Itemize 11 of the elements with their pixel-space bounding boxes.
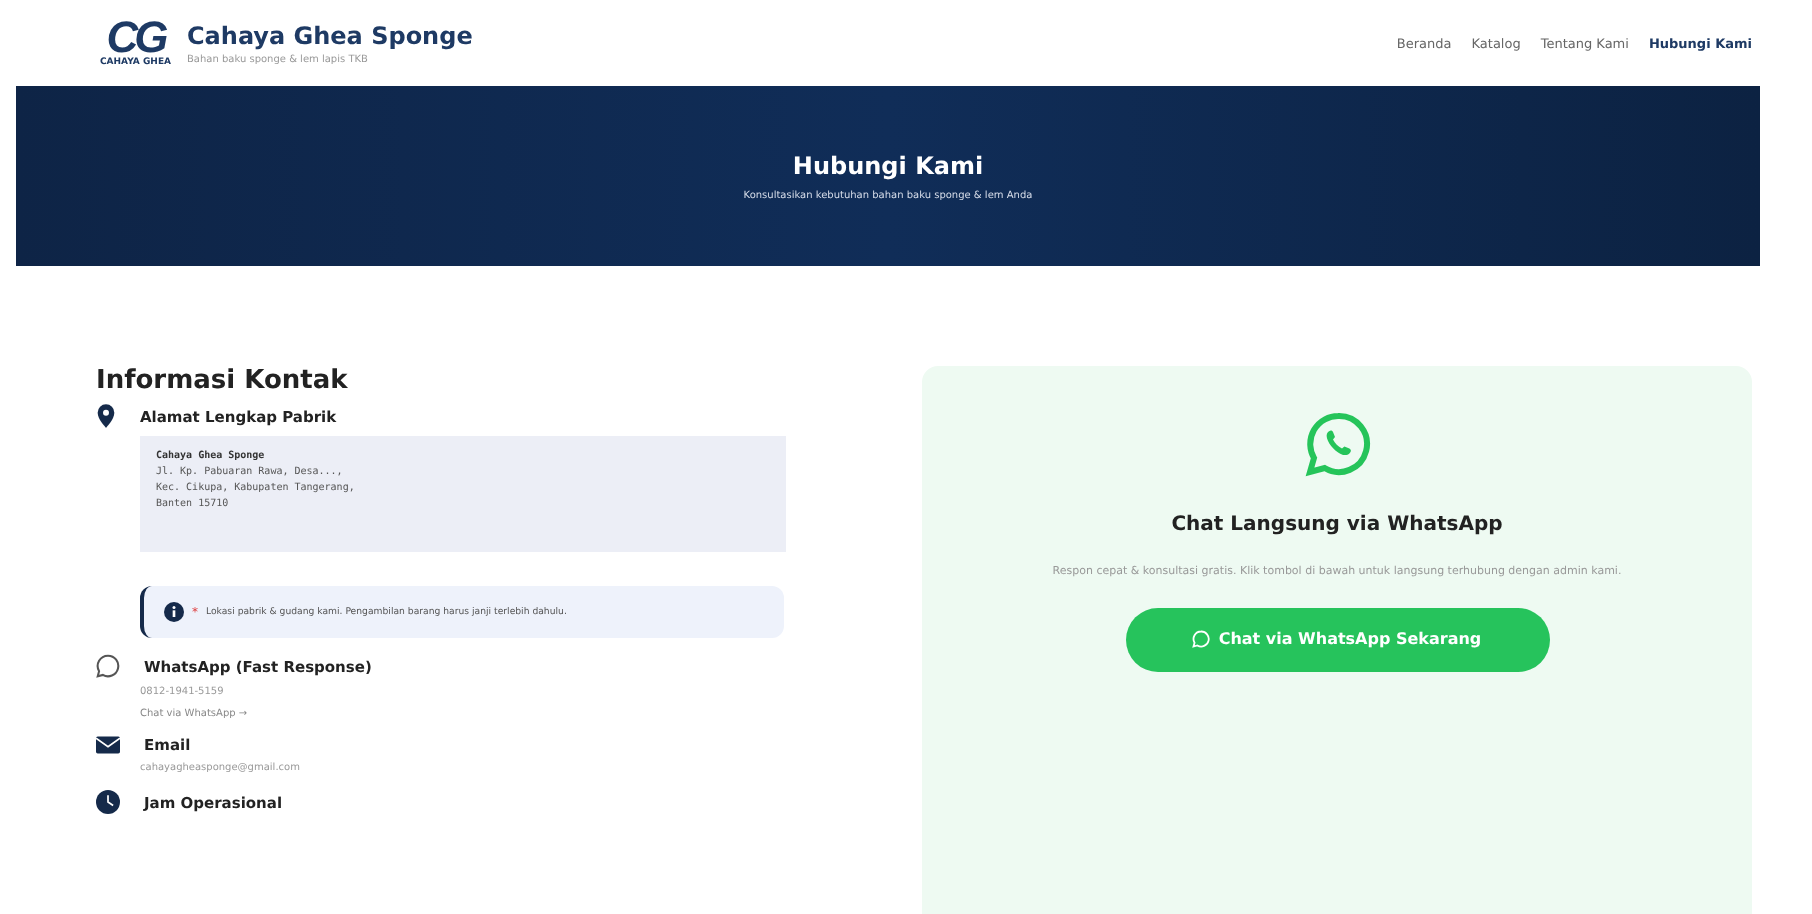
brand-name: Cahaya Ghea Sponge xyxy=(187,21,473,49)
location-pin-icon xyxy=(96,404,116,428)
card-title: Chat Langsung via WhatsApp xyxy=(1171,514,1503,536)
whatsapp-icon xyxy=(1192,630,1211,649)
whatsapp-icon xyxy=(1303,410,1371,478)
section-heading: Informasi Kontak xyxy=(96,366,350,396)
envelope-icon xyxy=(96,736,120,754)
clock-icon xyxy=(96,790,120,814)
whatsapp-icon xyxy=(96,654,120,678)
info-icon xyxy=(164,602,184,622)
page-title: Hubungi Kami xyxy=(792,151,984,179)
